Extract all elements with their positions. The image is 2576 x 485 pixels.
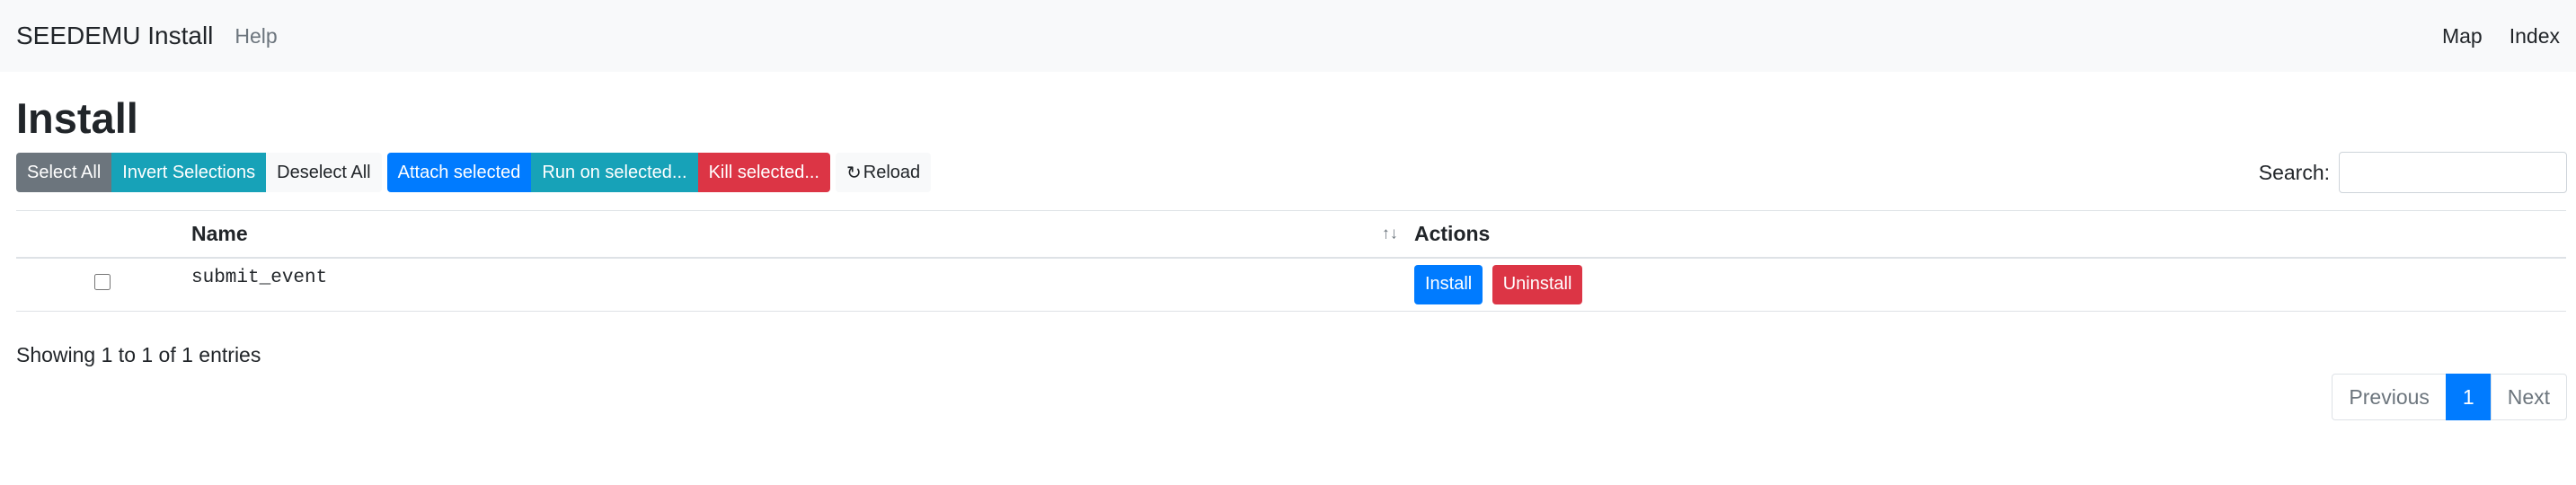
help-link[interactable]: Help [235, 24, 277, 48]
table-header-row: Name ↑↓ Actions [16, 210, 2566, 259]
sort-icon[interactable]: ↑↓ [1382, 225, 1398, 243]
row-actions: Install Uninstall [1414, 257, 2566, 312]
page-title: Install [16, 94, 138, 142]
search-label: Search: [2258, 160, 2330, 184]
kill-selected-button[interactable]: Kill selected... [697, 153, 830, 192]
next-page-button[interactable]: Next [2490, 374, 2567, 420]
navbar: SEEDEMU Install Help Map Index [0, 0, 2576, 72]
deselect-all-button[interactable]: Deselect All [266, 153, 382, 192]
navbar-right: Map Index [2442, 24, 2560, 48]
attach-selected-button[interactable]: Attach selected [386, 153, 532, 192]
page-1-button[interactable]: 1 [2445, 374, 2492, 420]
invert-selections-button[interactable]: Invert Selections [111, 153, 267, 192]
index-link[interactable]: Index [2510, 24, 2560, 48]
table-row: submit_event Install Uninstall [16, 257, 2566, 312]
row-select-cell [16, 257, 191, 312]
refresh-icon: ↻ [845, 163, 862, 183]
map-link[interactable]: Map [2442, 24, 2483, 48]
pagination: Previous 1 Next [2332, 374, 2567, 420]
selection-button-group: Select All Invert Selections Deselect Al… [16, 153, 382, 192]
previous-page-button[interactable]: Previous [2332, 374, 2447, 420]
bulk-action-button-group: Attach selected Run on selected... Kill … [386, 153, 830, 192]
name-column-label: Name [191, 221, 248, 245]
reload-label: Reload [863, 162, 921, 182]
row-name: submit_event [191, 257, 1414, 312]
uninstall-button[interactable]: Uninstall [1492, 264, 1583, 304]
row-checkbox[interactable] [93, 274, 111, 291]
install-button[interactable]: Install [1414, 264, 1483, 304]
toolbar: Select All Invert Selections Deselect Al… [16, 153, 932, 192]
run-on-selected-button[interactable]: Run on selected... [531, 153, 698, 192]
install-table: Name ↑↓ Actions submit_event Install Uni… [16, 210, 2566, 312]
actions-column-label: Actions [1414, 221, 1491, 245]
name-column-header[interactable]: Name ↑↓ [191, 210, 1414, 259]
reload-button[interactable]: ↻ Reload [835, 153, 932, 192]
brand-link[interactable]: SEEDEMU Install [16, 22, 213, 50]
search-box: Search: [2259, 152, 2567, 193]
table-info: Showing 1 to 1 of 1 entries [16, 343, 261, 366]
actions-column-header: Actions [1414, 210, 2566, 259]
search-input[interactable] [2339, 152, 2567, 193]
select-column-header [16, 210, 191, 259]
select-all-button[interactable]: Select All [16, 153, 112, 192]
